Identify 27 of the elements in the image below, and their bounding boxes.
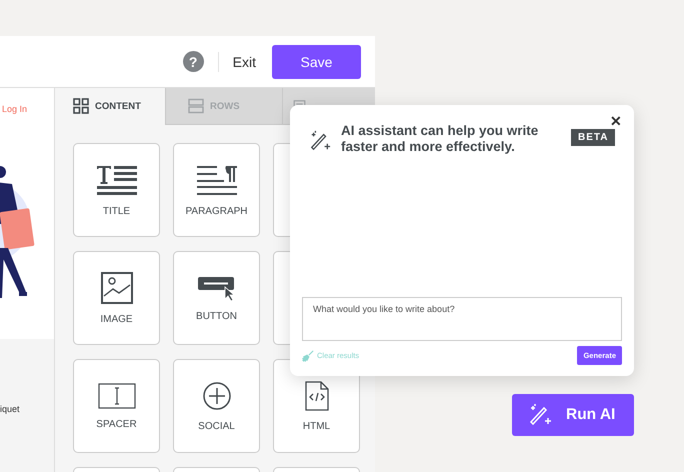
content-block-tile[interactable]: BUTTON [173,251,260,345]
content-block-tile[interactable]: TITLE [73,143,160,237]
plus-circle-icon [202,380,232,410]
content-block-tile[interactable]: PARAGRAPH [173,143,260,237]
preview-text: iquet [0,404,21,414]
magic-wand-icon [528,403,552,427]
exit-link[interactable]: Exit [232,54,256,70]
broom-icon [302,350,314,362]
paragraph-icon [196,164,236,196]
magic-wand-icon [309,130,331,152]
content-block-tile[interactable]: SPACER [73,359,160,453]
dialog-title: AI assistant can help you write faster and more effectively. [341,123,540,155]
spacer-icon [98,382,136,408]
title-icon [96,164,136,196]
rows-icon [188,98,204,114]
help-button[interactable]: ? [182,51,204,72]
content-block-tile[interactable]: SOCIAL [173,359,260,453]
image-icon [100,272,132,304]
content-block-tile[interactable]: IMAGE [73,251,160,345]
code-file-icon [304,380,328,410]
beta-badge: BETA [571,129,616,146]
close-button[interactable]: ✕ [610,113,622,129]
prompt-input-field[interactable]: What would you like to write about? [302,297,622,341]
button-icon [198,274,236,300]
run-ai-button[interactable]: Run AI [512,394,634,436]
save-button[interactable]: Save [272,44,361,78]
grid-icon [73,98,89,114]
